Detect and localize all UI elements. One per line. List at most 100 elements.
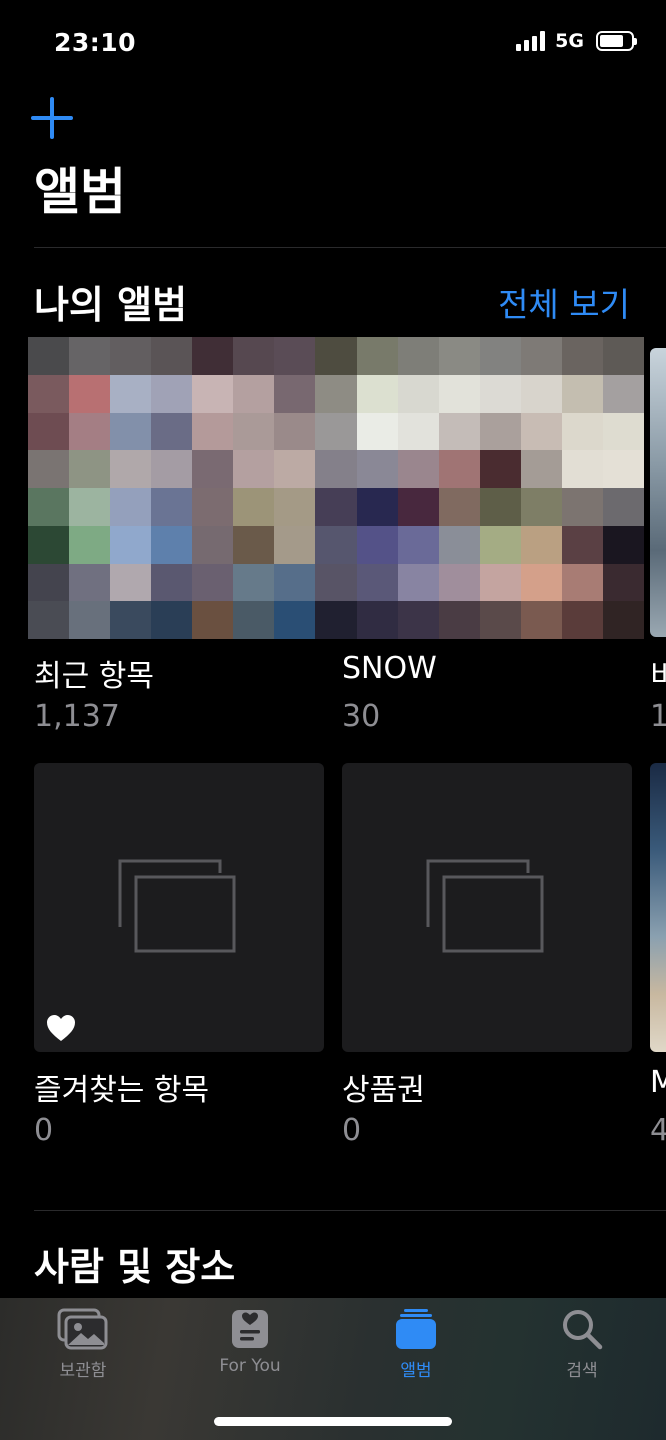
mosaic-cell: [602, 374, 644, 413]
album-placeholder-icon: [426, 859, 544, 953]
mosaic-cell: [110, 601, 152, 639]
mosaic-cell: [274, 450, 316, 488]
mosaic-cell: [69, 601, 111, 639]
mosaic-cell: [151, 450, 193, 488]
section-divider: [34, 1210, 666, 1211]
mosaic-cell: [28, 337, 70, 375]
mosaic-cell: [315, 563, 357, 602]
mosaic-cell: [602, 563, 644, 602]
mosaic-cell: [479, 337, 521, 375]
album-cover-mosaic: [28, 337, 644, 639]
mosaic-cell: [192, 374, 234, 413]
album-count: 0: [342, 1113, 362, 1148]
mosaic-cell: [315, 374, 357, 413]
my-albums-title: 나의 앨범: [34, 283, 188, 327]
mosaic-cell: [438, 450, 480, 488]
mosaic-cell: [356, 450, 398, 488]
album-count: 1,137: [34, 699, 120, 734]
mosaic-cell: [274, 412, 316, 451]
home-indicator[interactable]: [214, 1417, 452, 1426]
mosaic-cell: [110, 374, 152, 413]
header-divider: [34, 247, 666, 248]
tab-label: 보관함: [59, 1361, 107, 1381]
mosaic-cell: [561, 450, 603, 488]
mosaic-cell: [561, 488, 603, 526]
mosaic-cell: [602, 488, 644, 526]
mosaic-cell: [315, 601, 357, 639]
see-all-link[interactable]: 전체 보기: [498, 278, 630, 326]
mosaic-cell: [274, 488, 316, 526]
mosaic-cell: [233, 601, 275, 639]
album-count: 30: [342, 699, 381, 734]
mosaic-cell: [397, 488, 439, 526]
mosaic-cell: [151, 337, 193, 375]
mosaic-cell: [151, 488, 193, 526]
album-snow[interactable]: SNOW 30: [342, 640, 632, 740]
mosaic-cell: [356, 525, 398, 564]
mosaic-cell: [479, 563, 521, 602]
mosaic-cell: [438, 412, 480, 451]
album-count: 0: [34, 1113, 54, 1148]
mosaic-cell: [520, 601, 562, 639]
tab-for-you[interactable]: For You: [190, 1308, 310, 1388]
mosaic-cell: [192, 525, 234, 564]
heart-icon: [47, 1015, 75, 1041]
mosaic-cell: [233, 488, 275, 526]
mosaic-cell: [151, 374, 193, 413]
album-partial-1[interactable]: 비 1: [650, 348, 666, 740]
mosaic-cell: [69, 374, 111, 413]
mosaic-cell: [561, 601, 603, 639]
add-album-button[interactable]: [30, 96, 74, 140]
mosaic-cell: [438, 601, 480, 639]
album-name: 즐겨찾는 항목: [34, 1073, 210, 1108]
mosaic-cell: [520, 374, 562, 413]
mosaic-cell: [110, 488, 152, 526]
mosaic-cell: [192, 450, 234, 488]
albums-icon: [396, 1309, 436, 1349]
mosaic-cell: [274, 525, 316, 564]
mosaic-cell: [397, 601, 439, 639]
blurred-photo-mosaic: [28, 337, 644, 639]
status-indicators: 5G: [516, 30, 637, 52]
mosaic-cell: [233, 412, 275, 451]
mosaic-cell: [110, 525, 152, 564]
album-cover: [650, 763, 666, 1052]
mosaic-cell: [397, 337, 439, 375]
mosaic-cell: [479, 601, 521, 639]
mosaic-cell: [479, 412, 521, 451]
mosaic-cell: [274, 374, 316, 413]
album-cover: [650, 348, 666, 637]
mosaic-cell: [315, 337, 357, 375]
mosaic-cell: [233, 563, 275, 602]
mosaic-cell: [520, 337, 562, 375]
mosaic-cell: [397, 563, 439, 602]
tab-search[interactable]: 검색: [522, 1308, 642, 1388]
mosaic-cell: [192, 412, 234, 451]
album-favorites[interactable]: 즐겨찾는 항목 0: [34, 763, 324, 1153]
mosaic-cell: [69, 563, 111, 602]
tab-albums[interactable]: 앨범: [356, 1308, 476, 1388]
mosaic-cell: [561, 525, 603, 564]
plus-icon: [31, 97, 73, 139]
mosaic-cell: [561, 337, 603, 375]
tab-library[interactable]: 보관함: [23, 1308, 143, 1388]
mosaic-cell: [479, 525, 521, 564]
mosaic-cell: [356, 337, 398, 375]
album-gift-cards[interactable]: 상품권 0: [342, 763, 632, 1153]
status-time: 23:10: [54, 28, 137, 57]
mosaic-cell: [110, 412, 152, 451]
album-partial-2[interactable]: M 4: [650, 763, 666, 1153]
status-bar: 23:10 5G: [0, 0, 666, 86]
network-type: 5G: [555, 30, 584, 52]
mosaic-cell: [69, 525, 111, 564]
mosaic-cell: [274, 601, 316, 639]
mosaic-cell: [397, 450, 439, 488]
mosaic-cell: [602, 525, 644, 564]
page-title: 앨범: [34, 163, 126, 221]
mosaic-cell: [28, 601, 70, 639]
mosaic-cell: [274, 563, 316, 602]
mosaic-cell: [233, 374, 275, 413]
album-name: SNOW: [342, 651, 437, 686]
mosaic-cell: [151, 601, 193, 639]
mosaic-cell: [69, 450, 111, 488]
